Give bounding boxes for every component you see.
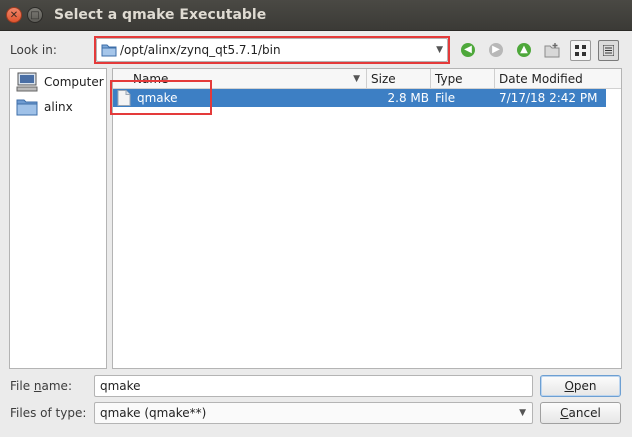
sidebar-item-label: Computer: [44, 75, 104, 89]
folder-icon: [16, 99, 38, 116]
table-row[interactable]: qmake 2.8 MB File 7/17/18 2:42 PM: [113, 89, 606, 107]
file-name-input[interactable]: qmake: [94, 375, 533, 397]
window-title: Select a qmake Executable: [54, 7, 267, 23]
folder-icon: [101, 43, 117, 60]
list-view-button[interactable]: [598, 40, 619, 61]
up-button[interactable]: ▲: [514, 40, 534, 60]
file-dialog: ✕ □ Select a qmake Executable Look in: /…: [0, 0, 632, 437]
file-size: 2.8 MB: [387, 91, 429, 105]
file-date: 7/17/18 2:42 PM: [499, 91, 598, 105]
file-type: File: [435, 91, 456, 105]
file-name-label: File name:: [10, 379, 72, 393]
open-button[interactable]: Open: [540, 375, 621, 397]
chevron-down-icon: ▼: [519, 408, 526, 418]
column-header-date[interactable]: Date Modified: [495, 69, 621, 89]
chevron-down-icon: ▼: [436, 45, 443, 55]
up-arrow-icon: ▲: [517, 43, 531, 57]
forward-button[interactable]: ▶: [486, 40, 506, 60]
file-icon: [117, 90, 131, 111]
file-name: qmake: [137, 91, 178, 105]
places-sidebar: Computer alinx: [9, 68, 107, 369]
look-in-path: /opt/alinx/zynq_qt5.7.1/bin: [120, 43, 281, 57]
title-bar: ✕ □ Select a qmake Executable: [0, 0, 632, 31]
look-in-label: Look in:: [10, 43, 57, 57]
file-type-combo[interactable]: qmake (qmake**) ▼: [94, 402, 533, 424]
column-header-label: Date Modified: [499, 72, 583, 86]
new-folder-icon: [544, 43, 560, 58]
back-arrow-icon: ◀: [461, 43, 475, 57]
file-list: Name ▼ Size Type Date Modified qmake 2.8…: [112, 68, 622, 369]
computer-icon: [16, 72, 38, 92]
column-header-size[interactable]: Size: [367, 69, 431, 89]
detail-view-icon: [575, 45, 586, 56]
maximize-window-button[interactable]: □: [27, 7, 43, 23]
forward-arrow-icon: ▶: [489, 43, 503, 57]
sort-descending-icon: ▼: [353, 74, 360, 84]
column-header-name[interactable]: Name ▼: [113, 69, 367, 89]
column-header-label: Name: [133, 72, 169, 86]
column-header-label: Size: [371, 72, 396, 86]
close-window-button[interactable]: ✕: [6, 7, 22, 23]
column-header-label: Type: [435, 72, 463, 86]
look-in-combo[interactable]: /opt/alinx/zynq_qt5.7.1/bin ▼: [96, 38, 448, 62]
new-folder-button[interactable]: [542, 40, 562, 60]
file-type-value: qmake (qmake**): [100, 406, 207, 420]
sidebar-item-label: alinx: [44, 100, 73, 114]
list-view-icon: [603, 45, 614, 56]
file-type-label: Files of type:: [10, 406, 87, 420]
sidebar-item-computer[interactable]: Computer: [16, 72, 104, 92]
sidebar-item-alinx[interactable]: alinx: [16, 97, 73, 117]
detail-view-button[interactable]: [570, 40, 591, 61]
column-header-type[interactable]: Type: [431, 69, 495, 89]
cancel-button[interactable]: Cancel: [540, 402, 621, 424]
back-button[interactable]: ◀: [458, 40, 478, 60]
